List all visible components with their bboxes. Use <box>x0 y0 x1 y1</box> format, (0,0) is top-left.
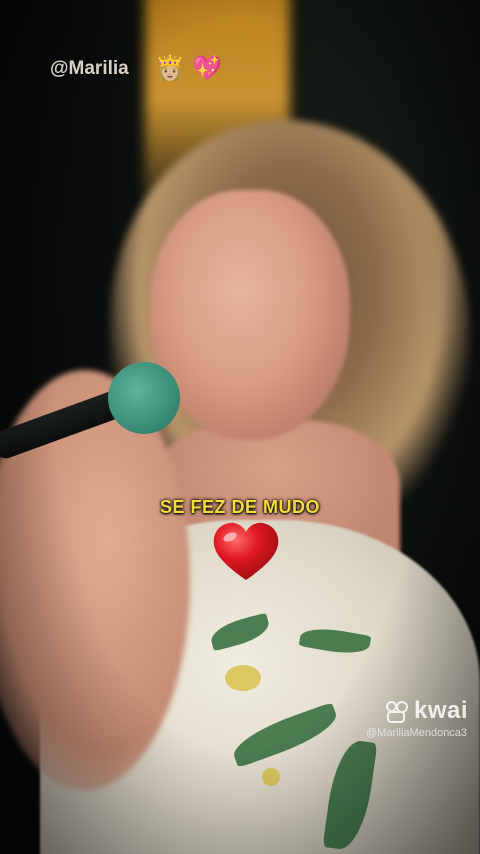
watermark-username: @MariliaMendonca3 <box>366 727 468 739</box>
sparkling-heart-emoji-icon: 💖 <box>192 55 222 82</box>
kwai-brand-text: kwai <box>414 697 469 724</box>
princess-emoji-icon: 👸🏼 <box>155 55 185 82</box>
creator-handle[interactable]: @Marilia <box>50 58 129 80</box>
kwai-watermark: kwai <box>386 697 468 725</box>
video-frame[interactable] <box>0 0 480 854</box>
vignette <box>0 0 480 854</box>
lyric-caption: SE FEZ DE MUDO <box>159 497 320 517</box>
kwai-logo-icon <box>386 699 410 723</box>
red-heart-icon <box>213 522 279 580</box>
